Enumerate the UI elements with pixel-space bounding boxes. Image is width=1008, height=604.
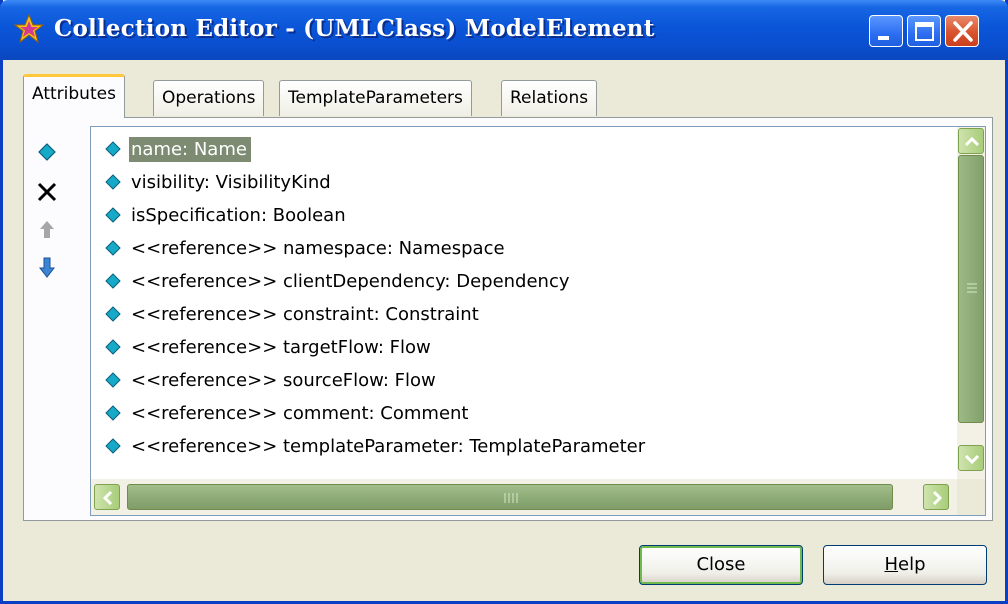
add-diamond-icon (38, 143, 56, 161)
maximize-button[interactable] (907, 15, 941, 47)
grip-icon (967, 283, 977, 293)
attribute-diamond-icon (105, 306, 121, 322)
maximize-icon (915, 22, 934, 41)
attribute-diamond-icon (105, 339, 121, 355)
help-button[interactable]: Help (823, 545, 987, 585)
list-item[interactable]: isSpecification: Boolean (105, 201, 350, 231)
tab-attributes[interactable]: Attributes (23, 74, 125, 118)
attribute-diamond-icon (105, 405, 121, 421)
close-icon (953, 21, 973, 42)
list-item[interactable]: <<reference>> namespace: Namespace (105, 234, 509, 264)
list-item[interactable]: <<reference>> templateParameter: Templat… (105, 432, 649, 462)
tab-operations[interactable]: Operations (153, 80, 265, 116)
window-title: Collection Editor - (UMLClass) ModelElem… (54, 15, 655, 42)
collection-editor-window: Collection Editor - (UMLClass) ModelElem… (0, 0, 1008, 604)
minimize-icon (878, 36, 889, 40)
list-item[interactable]: visibility: VisibilityKind (105, 168, 335, 198)
tab-relations[interactable]: Relations (501, 80, 598, 116)
scroll-up-button[interactable] (958, 128, 984, 154)
list-item[interactable]: <<reference>> comment: Comment (105, 399, 473, 429)
minimize-button[interactable] (869, 15, 903, 47)
attribute-label: <<reference>> targetFlow: Flow (131, 337, 431, 358)
move-up-button[interactable] (27, 212, 67, 246)
attribute-label: <<reference>> clientDependency: Dependen… (131, 271, 570, 292)
attributes-list[interactable]: name: Name visibility: VisibilityKind isSp… (90, 126, 986, 516)
horizontal-scroll-thumb[interactable] (127, 484, 893, 510)
chevron-up-icon (964, 136, 980, 147)
scroll-left-button[interactable] (94, 484, 120, 510)
grip-icon (504, 493, 518, 503)
attribute-diamond-icon (105, 240, 121, 256)
move-down-button[interactable] (27, 250, 67, 284)
delete-x-icon (37, 182, 57, 202)
attribute-label: <<reference>> comment: Comment (131, 403, 469, 424)
attribute-label: isSpecification: Boolean (131, 205, 346, 226)
vertical-scroll-thumb[interactable] (958, 155, 984, 423)
attribute-label: <<reference>> namespace: Namespace (131, 238, 505, 259)
attribute-diamond-icon (105, 207, 121, 223)
attribute-diamond-icon (105, 174, 121, 190)
attribute-label: name: Name (129, 137, 251, 162)
scroll-corner (957, 479, 985, 515)
attribute-label: <<reference>> constraint: Constraint (131, 304, 479, 325)
title-bar[interactable]: Collection Editor - (UMLClass) ModelElem… (0, 0, 1008, 60)
list-item[interactable]: <<reference>> targetFlow: Flow (105, 333, 435, 363)
attribute-diamond-icon (105, 372, 121, 388)
attribute-diamond-icon (105, 438, 121, 454)
star-app-icon (14, 14, 44, 44)
delete-button[interactable] (27, 174, 67, 208)
attributes-rows: name: Name visibility: VisibilityKind isSp… (91, 127, 957, 479)
chevron-down-icon (964, 454, 980, 465)
list-item[interactable]: <<reference>> sourceFlow: Flow (105, 366, 440, 396)
close-window-button[interactable] (945, 15, 979, 47)
move-down-arrow-icon (38, 257, 56, 278)
scroll-down-button[interactable] (958, 445, 984, 471)
scroll-right-button[interactable] (923, 484, 949, 510)
attribute-label: <<reference>> templateParameter: Templat… (131, 436, 646, 457)
list-item[interactable]: name: Name (105, 135, 251, 165)
vertical-scrollbar[interactable] (957, 127, 985, 479)
move-up-arrow-icon (40, 221, 54, 238)
attribute-diamond-icon (105, 141, 121, 157)
list-item[interactable]: <<reference>> clientDependency: Dependen… (105, 267, 574, 297)
attribute-label: visibility: VisibilityKind (131, 172, 331, 193)
close-button[interactable]: Close (639, 545, 803, 585)
chevron-right-icon (932, 490, 943, 506)
list-item[interactable]: <<reference>> constraint: Constraint (105, 300, 483, 330)
tab-template-parameters[interactable]: TemplateParameters (279, 80, 472, 116)
attribute-diamond-icon (105, 273, 121, 289)
chevron-left-icon (102, 490, 113, 506)
attribute-label: <<reference>> sourceFlow: Flow (131, 370, 436, 391)
horizontal-scrollbar[interactable] (91, 479, 957, 515)
add-button[interactable] (27, 136, 67, 170)
